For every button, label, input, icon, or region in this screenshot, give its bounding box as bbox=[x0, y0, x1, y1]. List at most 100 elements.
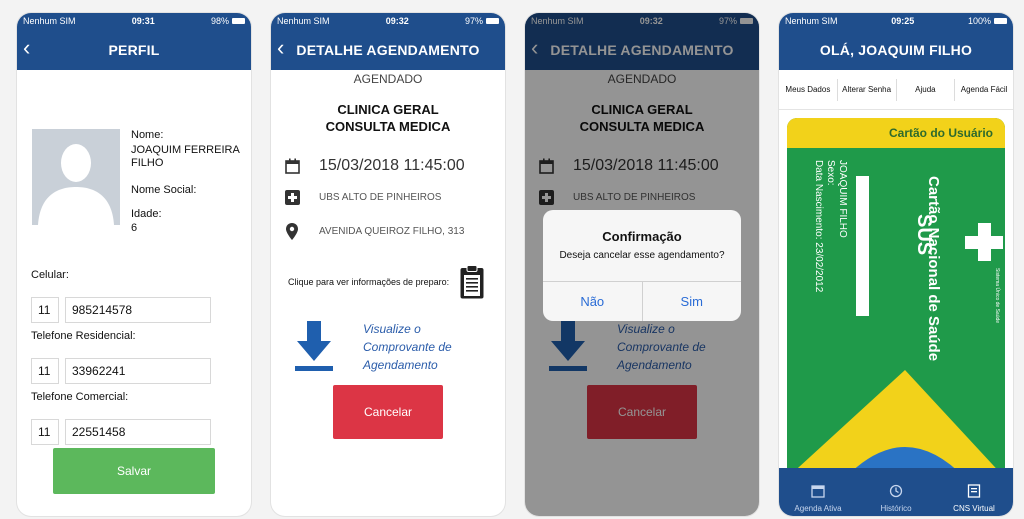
location-pin-icon bbox=[284, 222, 300, 240]
address: AVENIDA QUEIROZ FILHO, 313 bbox=[319, 225, 465, 237]
nav-label: Agenda Ativa bbox=[794, 504, 842, 513]
nav-agenda-ativa[interactable]: Agenda Ativa bbox=[779, 468, 857, 516]
appointment-datetime: 15/03/2018 11:45:00 bbox=[319, 157, 465, 174]
navbar: ‹ PERFIL bbox=[17, 29, 251, 70]
comercial-number-field[interactable]: 22551458 bbox=[65, 419, 211, 445]
card-icon bbox=[967, 484, 981, 498]
battery: 100% bbox=[968, 16, 1007, 26]
dialog-message: Deseja cancelar esse agendamento? bbox=[559, 250, 725, 261]
clinic-line-2: CONSULTA MEDICA bbox=[325, 119, 451, 134]
clinic-name: CLINICA GERAL CONSULTA MEDICA bbox=[271, 101, 505, 135]
residencial-label: Telefone Residencial: bbox=[31, 330, 136, 342]
battery-icon bbox=[231, 18, 245, 24]
save-button[interactable]: Salvar bbox=[53, 448, 215, 494]
nav-cns-virtual[interactable]: CNS Virtual bbox=[935, 468, 1013, 516]
avatar bbox=[32, 129, 120, 225]
screenshot-stage: Nenhum SIM 09:31 98% ‹ PERFIL Nome: JOAQ… bbox=[0, 0, 1024, 519]
tab-meus-dados[interactable]: Meus Dados bbox=[779, 78, 838, 101]
clock: 09:31 bbox=[131, 16, 155, 26]
calendar-icon bbox=[811, 485, 825, 498]
status-bar: Nenhum SIM 09:31 98% bbox=[17, 13, 251, 29]
clock: 09:32 bbox=[385, 16, 409, 26]
tab-agenda-facil[interactable]: Agenda Fácil bbox=[955, 79, 1013, 101]
navbar: OLÁ, JOAQUIM FILHO bbox=[779, 29, 1013, 70]
nome-social-label: Nome Social: bbox=[131, 184, 197, 196]
calendar-icon bbox=[284, 158, 300, 174]
residencial-number-field[interactable]: 33962241 bbox=[65, 358, 211, 384]
voucher-line-1: Visualize o bbox=[363, 322, 421, 336]
holder-name: JOAQUIM FILHO bbox=[837, 160, 848, 238]
idade-label: Idade: bbox=[131, 208, 162, 220]
dialog-title: Confirmação bbox=[602, 229, 682, 244]
home-screen: Nenhum SIM 09:25 100% OLÁ, JOAQUIM FILHO… bbox=[779, 13, 1013, 516]
battery-percent: 100% bbox=[967, 16, 991, 26]
health-cross-icon bbox=[284, 189, 300, 205]
dialog-buttons: Não Sim bbox=[543, 281, 741, 321]
avatar-silhouette-icon bbox=[32, 129, 120, 225]
voucher-link[interactable]: Visualize o Comprovante de Agendamento bbox=[363, 320, 452, 374]
sus-card: Cartão do Usuário SUS Cartão Nacional de… bbox=[787, 118, 1005, 478]
prep-info-text[interactable]: Clique para ver informações de preparo: bbox=[288, 277, 449, 287]
back-icon[interactable]: ‹ bbox=[277, 35, 285, 61]
no-button[interactable]: Não bbox=[543, 282, 642, 321]
idade-value: 6 bbox=[131, 222, 138, 234]
health-unit: UBS ALTO DE PINHEIROS bbox=[319, 191, 442, 203]
comercial-label: Telefone Comercial: bbox=[31, 391, 129, 403]
confirm-dialog: Confirmação Deseja cancelar esse agendam… bbox=[543, 210, 741, 321]
download-icon[interactable] bbox=[293, 321, 335, 373]
nome-value: JOAQUIM FERREIRA FILHO bbox=[131, 144, 240, 169]
history-icon bbox=[889, 484, 903, 498]
tab-ajuda[interactable]: Ajuda bbox=[897, 78, 956, 101]
clipboard-icon[interactable] bbox=[460, 265, 484, 299]
navbar: ‹ DETALHE AGENDAMENTO bbox=[271, 29, 505, 70]
status-bar: Nenhum SIM 09:25 100% bbox=[779, 13, 1013, 29]
nome-label: Nome: bbox=[131, 129, 164, 141]
sexo-label: Sexo: bbox=[825, 160, 836, 186]
clock: 09:25 bbox=[891, 16, 915, 26]
datetime-row: 15/03/2018 11:45:00 bbox=[284, 157, 465, 175]
battery: 97% bbox=[465, 16, 499, 26]
voucher-line-3: Agendamento bbox=[363, 358, 438, 372]
nav-historico[interactable]: Histórico bbox=[857, 468, 935, 516]
clinic-line-1: CLINICA GERAL bbox=[337, 102, 439, 117]
profile-body: Nome: JOAQUIM FERREIRA FILHO Nome Social… bbox=[17, 70, 251, 516]
profile-screen: Nenhum SIM 09:31 98% ‹ PERFIL Nome: JOAQ… bbox=[17, 13, 251, 516]
cancel-button[interactable]: Cancelar bbox=[333, 385, 443, 439]
celular-label: Celular: bbox=[31, 269, 69, 281]
page-title: DETALHE AGENDAMENTO bbox=[296, 41, 480, 58]
detail-screen: Nenhum SIM 09:32 97% ‹ DETALHE AGENDAMEN… bbox=[271, 13, 505, 516]
celular-ddd-field[interactable]: 11 bbox=[31, 297, 59, 323]
status-bar: Nenhum SIM 09:32 97% bbox=[271, 13, 505, 29]
detail-dialog-screen: Nenhum SIM 09:32 97% ‹ DETALHE AGENDAMEN… bbox=[525, 13, 759, 516]
battery: 98% bbox=[211, 16, 245, 26]
battery-percent: 97% bbox=[464, 16, 483, 26]
sistema-text: Sistema Único de Saúde bbox=[994, 268, 1000, 324]
detail-body: AGENDADO CLINICA GERAL CONSULTA MEDICA 1… bbox=[271, 70, 505, 516]
tab-alterar-senha[interactable]: Alterar Senha bbox=[838, 78, 897, 101]
unit-row: UBS ALTO DE PINHEIROS bbox=[284, 189, 441, 205]
yes-button[interactable]: Sim bbox=[641, 282, 742, 321]
nascimento: Data Nascimento: 23/02/2012 bbox=[813, 160, 824, 293]
card-header: Cartão do Usuário bbox=[888, 126, 993, 140]
card-name: Cartão Nacional de Saúde bbox=[925, 176, 942, 362]
battery-icon bbox=[994, 18, 1007, 24]
carrier: Nenhum SIM bbox=[785, 16, 838, 26]
home-body: Meus Dados Alterar Senha Ajuda Agenda Fá… bbox=[779, 70, 1013, 516]
nav-label: Histórico bbox=[880, 504, 912, 513]
nav-label: CNS Virtual bbox=[953, 504, 995, 513]
celular-number-field[interactable]: 985214578 bbox=[65, 297, 211, 323]
back-icon[interactable]: ‹ bbox=[23, 35, 31, 61]
bottom-nav: Agenda Ativa Histórico CNS Virtual bbox=[779, 468, 1013, 516]
top-tabs: Meus Dados Alterar Senha Ajuda Agenda Fá… bbox=[779, 70, 1013, 110]
battery-icon bbox=[485, 18, 499, 24]
page-title: PERFIL bbox=[108, 41, 160, 58]
appointment-status: AGENDADO bbox=[353, 72, 423, 86]
page-title: OLÁ, JOAQUIM FILHO bbox=[819, 41, 973, 58]
address-row: AVENIDA QUEIROZ FILHO, 313 bbox=[284, 222, 465, 240]
carrier: Nenhum SIM bbox=[277, 16, 330, 26]
carrier: Nenhum SIM bbox=[23, 16, 76, 26]
voucher-line-2: Comprovante de bbox=[363, 340, 452, 354]
comercial-ddd-field[interactable]: 11 bbox=[31, 419, 59, 445]
residencial-ddd-field[interactable]: 11 bbox=[31, 358, 59, 384]
battery-percent: 98% bbox=[210, 16, 229, 26]
